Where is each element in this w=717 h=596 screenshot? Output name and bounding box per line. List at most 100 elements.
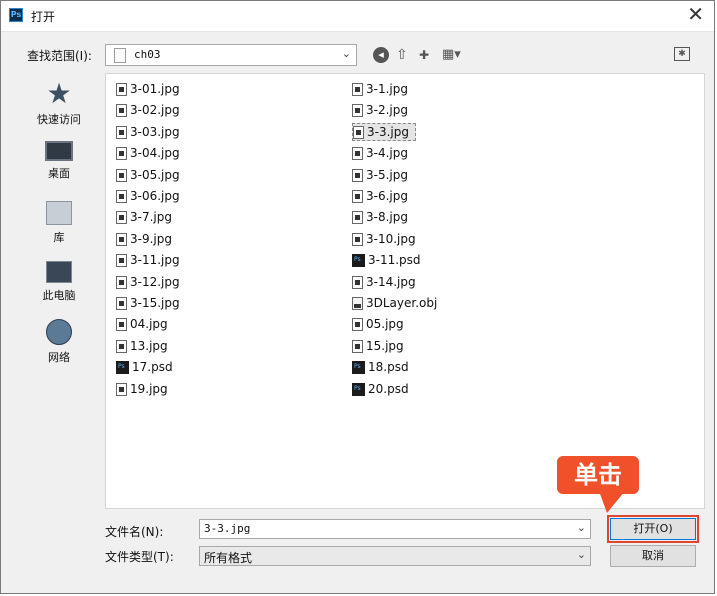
file-name: 3-03.jpg [130,125,180,139]
file-item[interactable]: 3-11.psd [352,251,421,269]
chevron-down-icon[interactable]: ⌄ [342,47,351,60]
file-item[interactable]: 20.psd [352,380,409,398]
file-item[interactable]: 3-10.jpg [352,230,416,248]
file-name: 15.jpg [366,339,404,353]
back-icon[interactable]: ◂ [373,47,389,63]
action-icon[interactable]: ✱ [674,47,690,61]
look-in-dropdown[interactable]: ch03 ⌄ [105,44,357,66]
up-folder-icon[interactable]: ⇧ [396,46,408,64]
image-file-icon [116,297,127,310]
file-name: 3-04.jpg [130,146,180,160]
new-folder-icon[interactable]: ✚ [419,46,429,64]
file-name: 3-05.jpg [130,168,180,182]
file-list[interactable]: 3-01.jpg 3-02.jpg 3-03.jpg 3-04.jpg 3-05.jpg… [105,73,705,509]
place-quick-access[interactable]: ★ 快速访问 [19,80,99,127]
file-name: 3-3.jpg [367,125,409,139]
file-item[interactable]: 3-4.jpg [352,144,408,162]
image-file-icon [116,340,127,353]
image-file-icon [352,83,363,96]
file-item[interactable]: 3-05.jpg [116,166,180,184]
file-name: 17.psd [132,360,173,374]
file-name: 3-5.jpg [366,168,408,182]
file-item[interactable]: 17.psd [116,358,173,376]
file-item[interactable]: 3-8.jpg [352,208,408,226]
file-name: 19.jpg [130,382,168,396]
filename-label: 文件名(N): [105,525,164,539]
image-file-icon [116,276,127,289]
image-file-icon [116,104,127,117]
image-file-icon [116,211,127,224]
folder-icon [114,48,126,63]
image-file-icon [116,383,127,396]
dialog-title: 打开 [31,10,56,24]
file-item[interactable]: 05.jpg [352,315,404,333]
place-label: 快速访问 [37,113,81,126]
view-menu-icon[interactable]: ▦▾ [442,46,461,64]
file-name: 3-7.jpg [130,210,172,224]
look-in-label: 查找范围(I): [27,49,92,63]
title-bar: Ps 打开 ✕ [1,1,714,32]
chevron-down-icon[interactable]: ⌄ [577,548,586,561]
this-pc-icon [46,261,72,283]
cancel-button[interactable]: 取消 [610,545,696,567]
file-item[interactable]: 3-1.jpg [352,80,408,98]
file-item[interactable]: 3-01.jpg [116,80,180,98]
image-file-icon [116,83,127,96]
file-name: 05.jpg [366,317,404,331]
file-item[interactable]: 3-04.jpg [116,144,180,162]
file-item[interactable]: 3-15.jpg [116,294,180,312]
file-item[interactable]: 19.jpg [116,380,168,398]
file-name: 3-8.jpg [366,210,408,224]
file-item[interactable]: 3-02.jpg [116,101,180,119]
image-file-icon [352,233,363,246]
file-item[interactable]: 3-14.jpg [352,273,416,291]
image-file-icon [352,211,363,224]
file-item[interactable]: 15.jpg [352,337,404,355]
file-item[interactable]: 13.jpg [116,337,168,355]
places-bar: ★ 快速访问 桌面 库 此电脑 网络 [19,73,99,543]
file-name: 18.psd [368,360,409,374]
file-item[interactable]: 3-3.jpg [352,123,416,141]
file-item[interactable]: 3-9.jpg [116,230,172,248]
file-item[interactable]: 3-11.jpg [116,251,180,269]
image-file-icon [116,190,127,203]
close-icon[interactable]: ✕ [687,4,704,24]
chevron-down-icon[interactable]: ⌄ [577,521,586,534]
library-icon [46,201,72,225]
image-file-icon [116,147,127,160]
file-item[interactable]: 04.jpg [116,315,168,333]
filetype-value: 所有格式 [204,551,253,565]
file-name: 3-01.jpg [130,82,180,96]
file-name: 3-14.jpg [366,275,416,289]
file-name: 3-15.jpg [130,296,180,310]
place-this-pc[interactable]: 此电脑 [19,261,99,303]
place-network[interactable]: 网络 [19,319,99,365]
psd-file-icon [352,383,365,396]
file-item[interactable]: 3-12.jpg [116,273,180,291]
file-item[interactable]: 18.psd [352,358,409,376]
file-item[interactable]: 3-2.jpg [352,101,408,119]
file-item[interactable]: 3-6.jpg [352,187,408,205]
psd-file-icon [352,361,365,374]
file-name: 3-1.jpg [366,82,408,96]
filetype-label: 文件类型(T): [105,550,174,564]
file-item[interactable]: 3-06.jpg [116,187,180,205]
image-file-icon [116,318,127,331]
image-file-icon [352,340,363,353]
callout-pointer [599,491,625,513]
place-desktop[interactable]: 桌面 [19,141,99,181]
open-button[interactable]: 打开(O) [607,515,699,543]
filetype-select[interactable]: 所有格式 ⌄ [199,546,591,566]
file-item[interactable]: 3-7.jpg [116,208,172,226]
psd-file-icon [116,361,129,374]
file-item[interactable]: 3-03.jpg [116,123,180,141]
look-in-value: ch03 [134,48,161,61]
image-file-icon [353,126,364,139]
file-item[interactable]: 3DLayer.obj [352,294,437,312]
file-name: 3-2.jpg [366,103,408,117]
image-file-icon [352,104,363,117]
place-library[interactable]: 库 [19,201,99,245]
filename-input[interactable]: 3-3.jpg ⌄ [199,519,591,539]
file-name: 3-11.psd [368,253,421,267]
file-item[interactable]: 3-5.jpg [352,166,408,184]
